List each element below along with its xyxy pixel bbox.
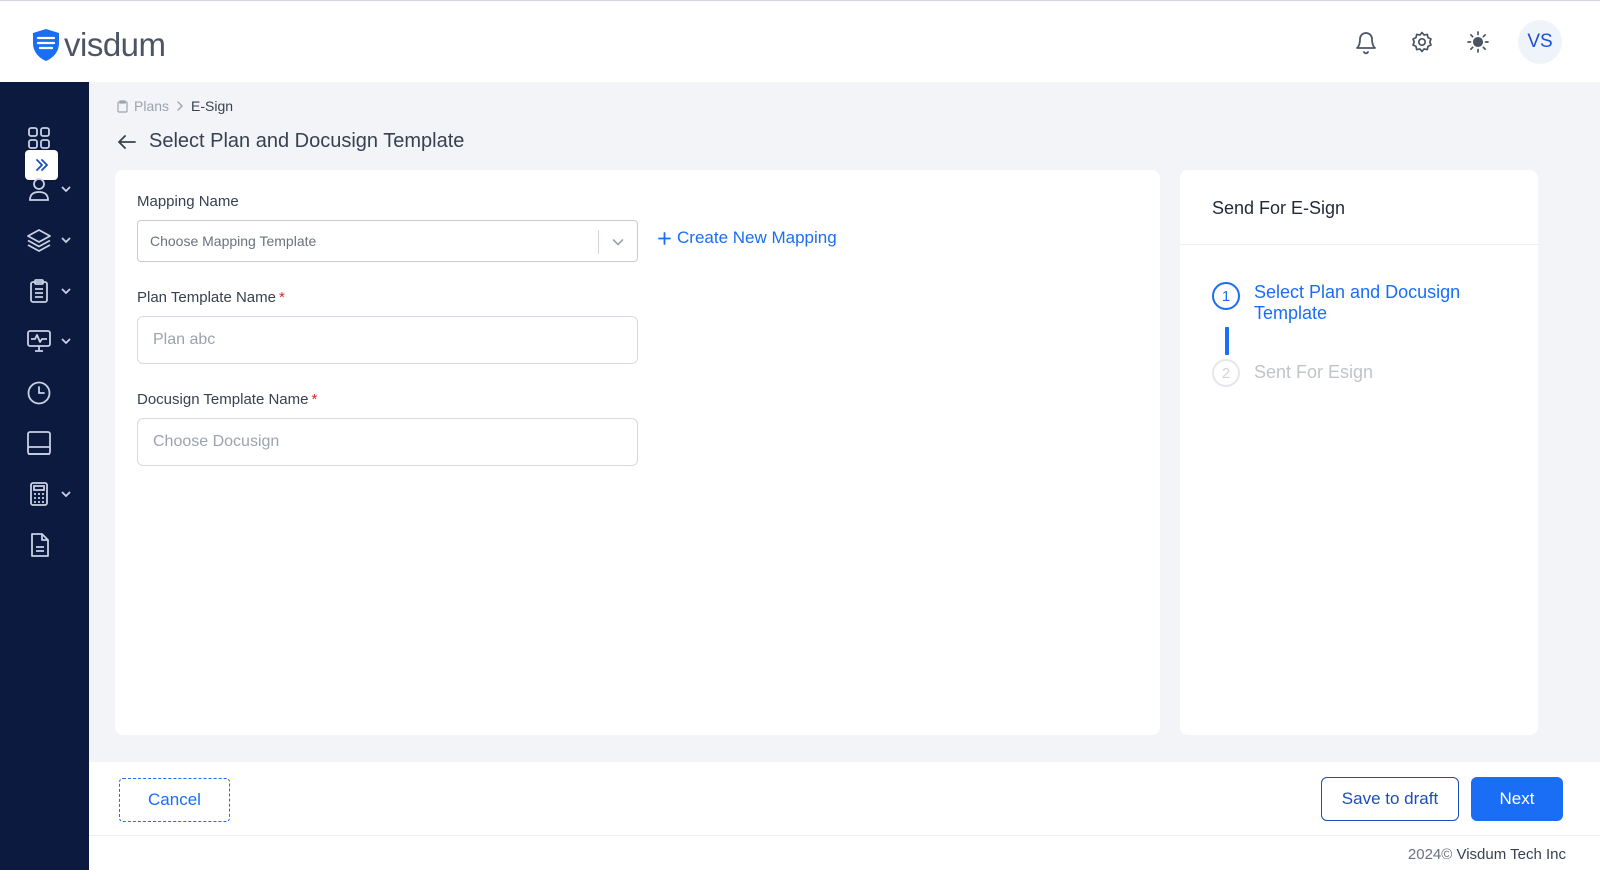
create-new-mapping-label: Create New Mapping bbox=[677, 228, 837, 247]
docusign-template-name-label: Docusign Template Name * bbox=[137, 391, 317, 408]
user-icon bbox=[29, 178, 49, 201]
theme-toggle-button[interactable] bbox=[1450, 20, 1506, 64]
docusign-placeholder: Choose Docusign bbox=[153, 433, 280, 450]
plan-template-input[interactable]: Plan abc bbox=[137, 316, 638, 364]
user-avatar[interactable]: VS bbox=[1518, 20, 1562, 64]
chevron-down-icon bbox=[61, 186, 71, 193]
plan-template-placeholder: Plan abc bbox=[153, 331, 216, 348]
required-marker: * bbox=[278, 289, 285, 306]
step-number-badge: 1 bbox=[1212, 282, 1240, 310]
sidebar-item-monitor[interactable] bbox=[26, 325, 82, 357]
breadcrumb-plans-link[interactable]: Plans bbox=[134, 98, 169, 114]
chevron-down-icon bbox=[612, 239, 624, 246]
breadcrumb: Plans E-Sign bbox=[117, 98, 233, 114]
docusign-label-text: Docusign Template Name bbox=[137, 391, 309, 408]
calculator-icon bbox=[30, 482, 48, 506]
sidebar-item-calculator[interactable] bbox=[26, 478, 82, 510]
panel-divider bbox=[1180, 244, 1538, 245]
sidebar-item-layers[interactable] bbox=[26, 224, 82, 256]
clock-icon bbox=[27, 381, 51, 405]
step-connector bbox=[1225, 327, 1229, 355]
copyright-year: 2024© bbox=[1407, 846, 1453, 863]
plus-icon bbox=[658, 231, 671, 245]
sidebar-item-documents[interactable] bbox=[26, 529, 82, 561]
gear-icon bbox=[1412, 31, 1432, 53]
plan-template-name-label: Plan Template Name * bbox=[137, 289, 285, 306]
step-label: Sent For Esign bbox=[1254, 362, 1374, 382]
mapping-name-label: Mapping Name bbox=[137, 193, 239, 210]
clipboard-small-icon bbox=[117, 99, 128, 113]
docusign-template-input[interactable]: Choose Docusign bbox=[137, 418, 638, 466]
brand-logo[interactable]: visdum bbox=[32, 26, 166, 64]
select-separator bbox=[598, 230, 599, 254]
bell-icon bbox=[1356, 32, 1376, 55]
sidebar-item-dashboard[interactable] bbox=[26, 122, 82, 154]
footer-action-bar: Cancel Save to draft Next bbox=[89, 762, 1600, 836]
sidebar-item-inbox[interactable] bbox=[26, 427, 82, 459]
chevron-down-icon bbox=[61, 491, 71, 498]
mapping-select-placeholder: Choose Mapping Template bbox=[150, 233, 317, 249]
page-title: Select Plan and Docusign Template bbox=[149, 130, 465, 152]
esign-steps-panel: Send For E-Sign 1 Select Plan and Docusi… bbox=[1180, 170, 1538, 735]
sidebar-item-users[interactable] bbox=[26, 173, 82, 205]
sidebar bbox=[0, 82, 89, 870]
plan-template-label-text: Plan Template Name bbox=[137, 289, 276, 306]
chevron-down-icon bbox=[61, 237, 71, 244]
chevron-down-icon bbox=[61, 338, 71, 345]
back-arrow-icon[interactable] bbox=[117, 134, 137, 150]
panel-title: Send For E-Sign bbox=[1212, 198, 1346, 218]
chevron-down-icon bbox=[61, 288, 71, 295]
chevron-right-icon bbox=[177, 101, 184, 111]
step-select-plan[interactable]: 1 Select Plan and Docusign Template bbox=[1212, 282, 1494, 324]
layers-icon bbox=[27, 229, 51, 252]
company-name: Visdum Tech Inc bbox=[1456, 846, 1566, 863]
top-header: visdum VS bbox=[0, 4, 1600, 82]
document-icon bbox=[31, 533, 49, 557]
step-label: Select Plan and Docusign Template bbox=[1254, 282, 1461, 323]
shield-logo-icon bbox=[33, 29, 59, 61]
form-card: Mapping Name Choose Mapping Template Cre… bbox=[115, 170, 1160, 735]
breadcrumb-current: E-Sign bbox=[191, 98, 234, 114]
create-new-mapping-link[interactable]: Create New Mapping bbox=[658, 228, 837, 248]
page-title-row: Select Plan and Docusign Template bbox=[117, 130, 464, 153]
step-sent-for-esign[interactable]: 2 Sent For Esign bbox=[1212, 359, 1373, 387]
copyright: 2024© Visdum Tech Inc bbox=[1408, 846, 1566, 863]
settings-button[interactable] bbox=[1394, 20, 1450, 64]
next-button[interactable]: Next bbox=[1471, 777, 1563, 821]
monitor-icon bbox=[27, 330, 51, 352]
main-content: Plans E-Sign Select Plan and Docusign Te… bbox=[89, 82, 1600, 762]
inbox-icon bbox=[27, 431, 51, 455]
sun-icon bbox=[1467, 31, 1489, 53]
dashboard-grid-icon bbox=[28, 127, 50, 149]
save-to-draft-button[interactable]: Save to draft bbox=[1321, 777, 1459, 821]
brand-name: visdum bbox=[64, 26, 166, 63]
notification-button[interactable] bbox=[1338, 20, 1394, 64]
required-marker: * bbox=[311, 391, 318, 408]
mapping-template-select[interactable]: Choose Mapping Template bbox=[137, 220, 638, 262]
cancel-button[interactable]: Cancel bbox=[119, 778, 230, 822]
header-actions: VS bbox=[1338, 20, 1562, 64]
sidebar-item-plans[interactable] bbox=[26, 275, 82, 307]
clipboard-icon bbox=[30, 279, 48, 303]
step-number-badge: 2 bbox=[1212, 359, 1240, 387]
double-chevron-right-icon bbox=[35, 159, 48, 171]
sidebar-item-history[interactable] bbox=[26, 377, 82, 409]
